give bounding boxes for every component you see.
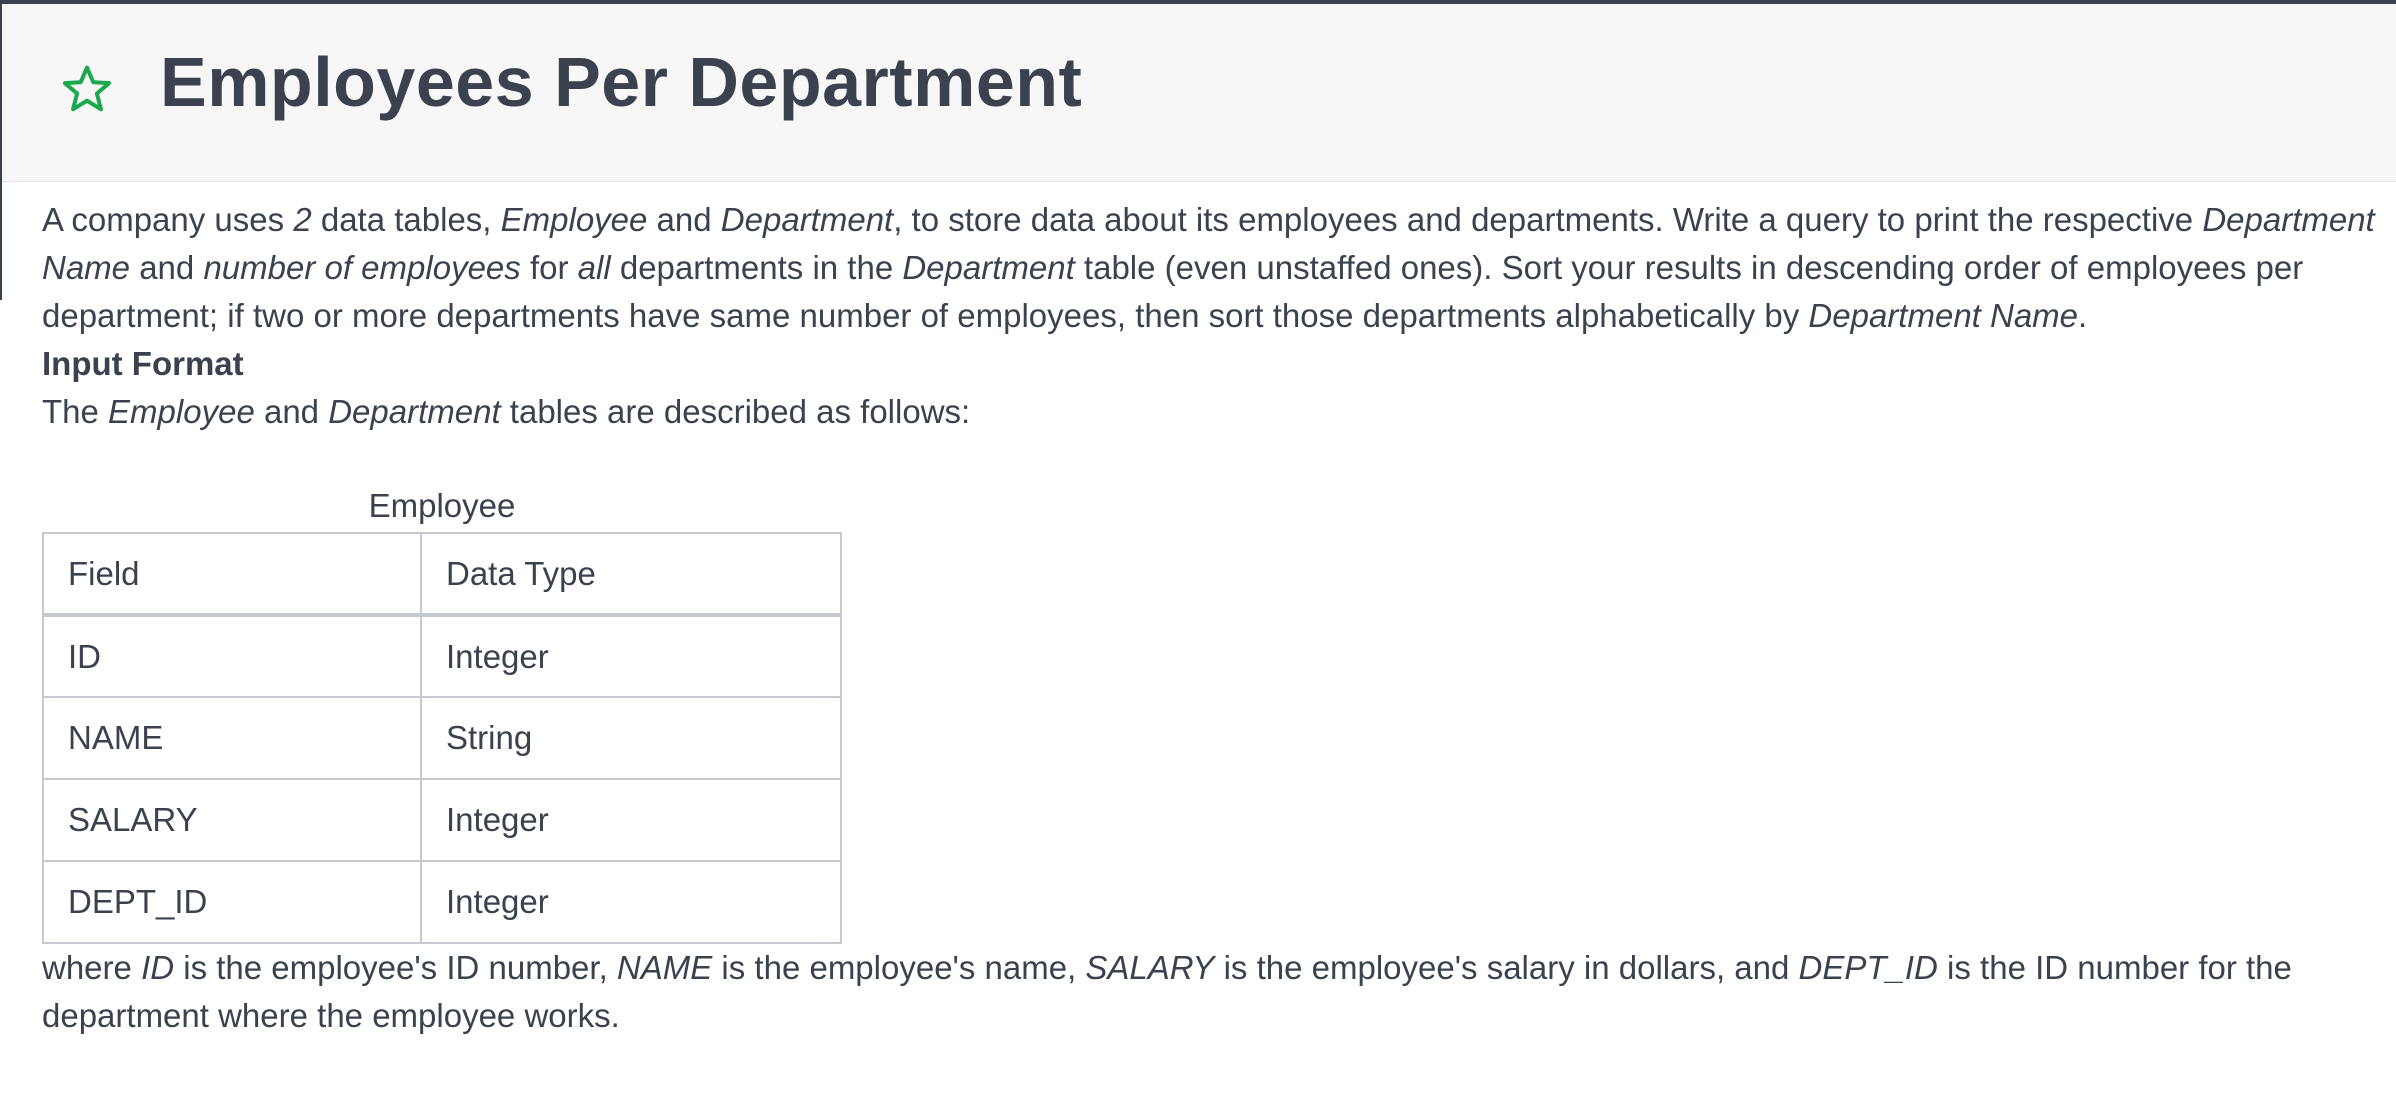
table-row: DEPT_ID Integer xyxy=(42,860,842,944)
employee-schema-table: Field Data Type ID Integer NAME String S… xyxy=(42,532,842,944)
table-header-row: Field Data Type xyxy=(42,532,842,617)
table-row: SALARY Integer xyxy=(42,778,842,862)
input-format-heading: Input Format xyxy=(42,345,244,382)
table-caption: Employee xyxy=(368,487,516,524)
challenge-header: Employees Per Department xyxy=(2,4,2396,182)
description-paragraph: A company uses 2 data tables, Employee a… xyxy=(42,201,2375,334)
table-cell-type: Integer xyxy=(420,778,842,862)
table-row: NAME String xyxy=(42,696,842,780)
table-cell-field: DEPT_ID xyxy=(42,860,422,944)
table-row: ID Integer xyxy=(42,614,842,698)
table-cell-type: String xyxy=(420,696,842,780)
star-icon[interactable] xyxy=(60,62,114,116)
table-cell-type: Integer xyxy=(420,860,842,944)
table-cell-field: SALARY xyxy=(42,778,422,862)
table-cell-field: NAME xyxy=(42,696,422,780)
column-header-data-type: Data Type xyxy=(420,532,842,617)
page-title: Employees Per Department xyxy=(160,43,1083,121)
table-cell-field: ID xyxy=(42,614,422,698)
field-description-paragraph: where ID is the employee's ID number, NA… xyxy=(42,949,2292,1034)
table-cell-type: Integer xyxy=(420,614,842,698)
column-header-field: Field xyxy=(42,532,422,617)
problem-statement: A company uses 2 data tables, Employee a… xyxy=(42,196,2382,1040)
tables-intro-paragraph: The Employee and Department tables are d… xyxy=(42,393,971,430)
